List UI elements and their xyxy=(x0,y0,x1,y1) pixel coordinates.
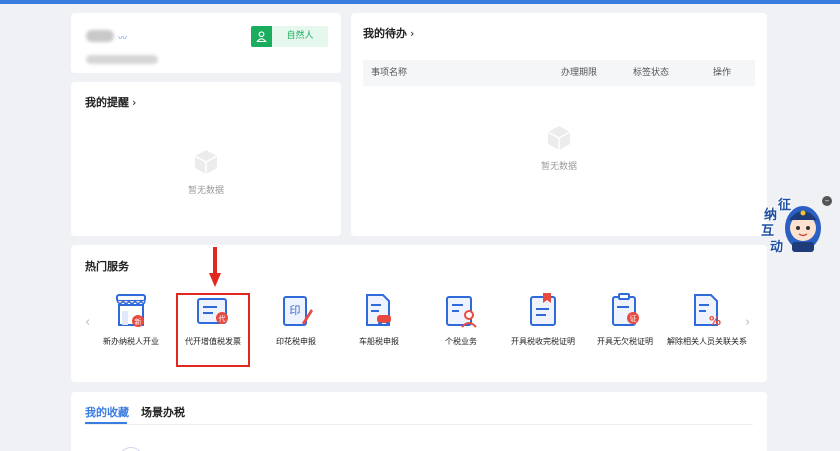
eye-closed-icon[interactable]: 〰 xyxy=(118,31,127,44)
tab-my-favorites[interactable]: 我的收藏 xyxy=(85,404,129,420)
favorite-item-icon[interactable] xyxy=(119,447,143,451)
service-label: 印花税申报 xyxy=(276,337,316,346)
service-vehicle-vessel-tax[interactable]: 车船税申报 xyxy=(339,291,419,347)
reminders-title-text: 我的提醒 xyxy=(85,96,129,109)
service-label: 车船税申报 xyxy=(359,337,399,346)
column-header-tag-status: 标签状态 xyxy=(633,68,670,78)
tab-divider xyxy=(85,424,753,425)
role-badge[interactable]: 自然人 xyxy=(251,26,328,47)
service-label: 开具无欠税证明 xyxy=(597,337,653,346)
favorites-card: 我的收藏 场景办税 xyxy=(71,392,767,451)
todo-empty-state: 暂无数据 xyxy=(529,123,589,172)
service-label: 新办纳税人开业 xyxy=(103,337,159,346)
service-unlink-related-persons[interactable]: % 解除相关人员关联关系 xyxy=(667,291,747,347)
service-label: 解除相关人员关联关系 xyxy=(667,337,747,346)
stamp-tax-icon: 印 xyxy=(276,291,316,331)
unlink-relation-icon: % xyxy=(687,291,727,331)
chevron-right-icon: › xyxy=(132,96,137,109)
service-label: 开具税收完税证明 xyxy=(511,337,575,346)
chevron-right-icon: › xyxy=(410,27,415,40)
todo-title[interactable]: 我的待办 › xyxy=(363,25,414,41)
service-label: 个税业务 xyxy=(445,337,477,346)
annotation-down-arrow xyxy=(209,247,221,287)
svg-text:新: 新 xyxy=(135,317,142,326)
service-personal-income-tax[interactable]: 个税业务 xyxy=(421,291,501,347)
highlight-box xyxy=(176,293,250,367)
svg-text:证: 证 xyxy=(630,315,637,323)
assistant-char: 征 xyxy=(778,198,792,213)
active-tab-indicator xyxy=(85,422,127,424)
todo-card: 我的待办 › 事项名称 办理期限 标签状态 操作 暂无数据 xyxy=(351,13,767,236)
user-icon xyxy=(251,26,272,47)
reminders-empty-state: 暂无数据 xyxy=(176,147,236,196)
tab-scenario-tax[interactable]: 场景办税 xyxy=(141,404,185,420)
reminders-title[interactable]: 我的提醒 › xyxy=(85,94,136,110)
empty-box-icon xyxy=(547,126,571,150)
todo-title-text: 我的待办 xyxy=(363,27,407,40)
user-name-blurred xyxy=(86,30,114,42)
svg-text:印: 印 xyxy=(290,304,301,317)
todo-table-header: 事项名称 办理期限 标签状态 操作 xyxy=(363,60,755,86)
carousel-prev-button[interactable]: ‹ xyxy=(85,315,90,330)
assistant-widget[interactable]: 征 纳 互 动 – xyxy=(758,192,832,256)
svg-text:%: % xyxy=(709,314,721,328)
column-header-deadline: 办理期限 xyxy=(561,68,598,78)
service-stamp-tax-declaration[interactable]: 印 印花税申报 xyxy=(256,291,336,347)
role-badge-label: 自然人 xyxy=(286,31,314,41)
shop-new-icon: 新 xyxy=(111,291,151,331)
empty-box-icon xyxy=(194,150,218,174)
reminders-card: 我的提醒 › 暂无数据 xyxy=(71,82,341,236)
todo-empty-text: 暂无数据 xyxy=(540,162,577,172)
service-new-taxpayer-opening[interactable]: 新 新办纳税人开业 xyxy=(91,291,171,347)
top-nav-bar xyxy=(0,0,840,4)
service-tax-paid-certificate[interactable]: 开具税收完税证明 xyxy=(503,291,583,347)
column-header-action: 操作 xyxy=(713,68,732,78)
column-header-item-name: 事项名称 xyxy=(371,68,408,78)
profile-card: 〰 自然人 xyxy=(71,13,341,73)
personal-tax-icon xyxy=(441,291,481,331)
service-no-arrears-certificate[interactable]: 证 开具无欠税证明 xyxy=(585,291,665,347)
user-id-blurred xyxy=(86,55,158,64)
tax-paid-certificate-icon xyxy=(523,291,563,331)
assistant-char: 动 xyxy=(770,240,784,255)
reminders-empty-text: 暂无数据 xyxy=(187,186,224,196)
close-icon[interactable]: – xyxy=(822,196,832,206)
hot-services-card: 热门服务 ‹ › 新 新办纳税人开业 代 代开增值税发票 印 印花税申报 车船税… xyxy=(71,245,767,382)
hot-services-title: 热门服务 xyxy=(85,260,129,273)
vehicle-tax-icon xyxy=(359,291,399,331)
no-arrears-certificate-icon: 证 xyxy=(605,291,645,331)
